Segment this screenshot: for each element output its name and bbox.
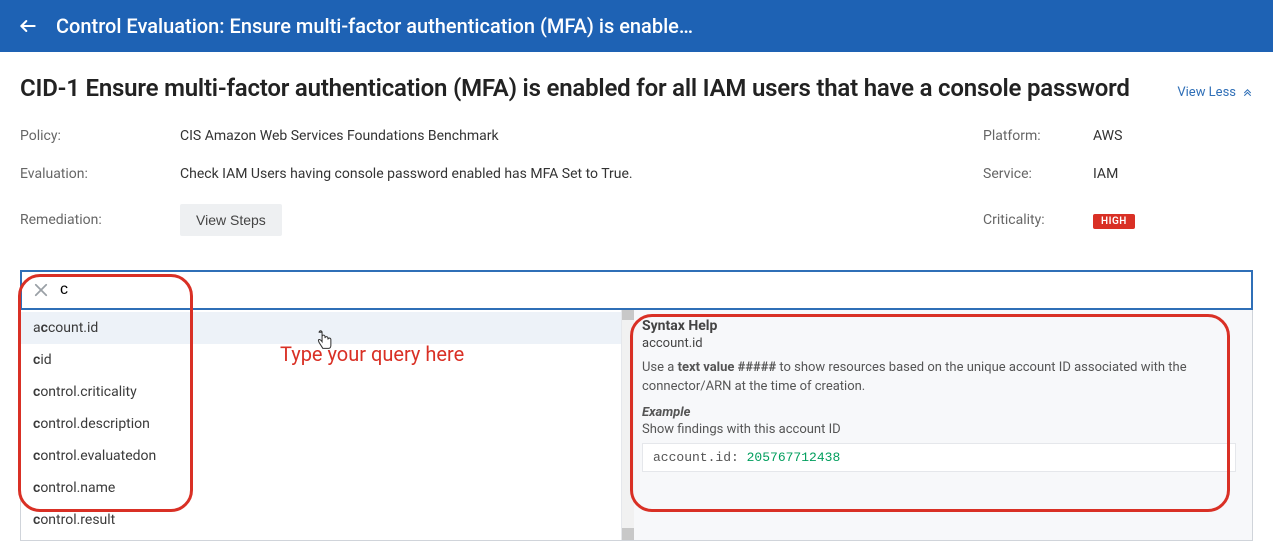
service-label: Service: [983,166,1093,182]
evaluation-value: Check IAM Users having console password … [180,166,983,182]
suggestion-item[interactable]: control.result [21,504,621,536]
help-example-code: account.id: 205767712438 [642,443,1236,472]
view-less-label: View Less [1177,85,1236,100]
meta-grid: Policy: CIS Amazon Web Services Foundati… [20,128,1253,236]
criticality-badge: HIGH [1093,214,1135,229]
header-title: Control Evaluation: Ensure multi-factor … [56,14,693,38]
policy-value: CIS Amazon Web Services Foundations Benc… [180,128,983,144]
remediation-label: Remediation: [20,212,180,228]
suggestion-item[interactable]: account.id [21,312,621,344]
syntax-help-panel: Syntax Help account.id Use a text value … [621,308,1252,540]
chevron-double-up-icon [1242,87,1253,98]
suggestion-item[interactable]: control.name [21,472,621,504]
back-arrow-icon[interactable] [18,16,38,36]
clear-icon[interactable] [28,277,54,303]
search-box [20,270,1253,310]
evaluation-label: Evaluation: [20,166,180,182]
view-less-toggle[interactable]: View Less [1177,85,1253,100]
suggestion-item[interactable]: control.evaluatedon [21,440,621,472]
help-example-text: Show findings with this account ID [642,422,1236,437]
criticality-label: Criticality: [983,212,1093,228]
view-steps-button[interactable]: View Steps [180,204,282,236]
page-title: CID-1 Ensure multi-factor authentication… [20,74,1130,102]
help-example-label: Example [642,405,1236,420]
suggestion-item[interactable]: control.criticality [21,376,621,408]
search-dropdown: account.idcidcontrol.criticalitycontrol.… [20,308,1253,541]
content-area: CID-1 Ensure multi-factor authentication… [0,52,1273,236]
suggestion-item[interactable]: control.description [21,408,621,440]
help-scrollbar[interactable] [622,308,634,540]
help-title: Syntax Help [642,318,1236,334]
annotation-query-hint: Type your query here [280,342,464,366]
help-description: Use a text value ##### to show resources… [642,359,1236,397]
policy-label: Policy: [20,128,180,144]
platform-label: Platform: [983,128,1093,144]
help-property: account.id [642,336,1236,351]
platform-value: AWS [1093,128,1253,144]
app-header: Control Evaluation: Ensure multi-factor … [0,0,1273,52]
search-input[interactable] [54,281,1245,299]
service-value: IAM [1093,166,1253,182]
search-area: account.idcidcontrol.criticalitycontrol.… [20,270,1253,310]
